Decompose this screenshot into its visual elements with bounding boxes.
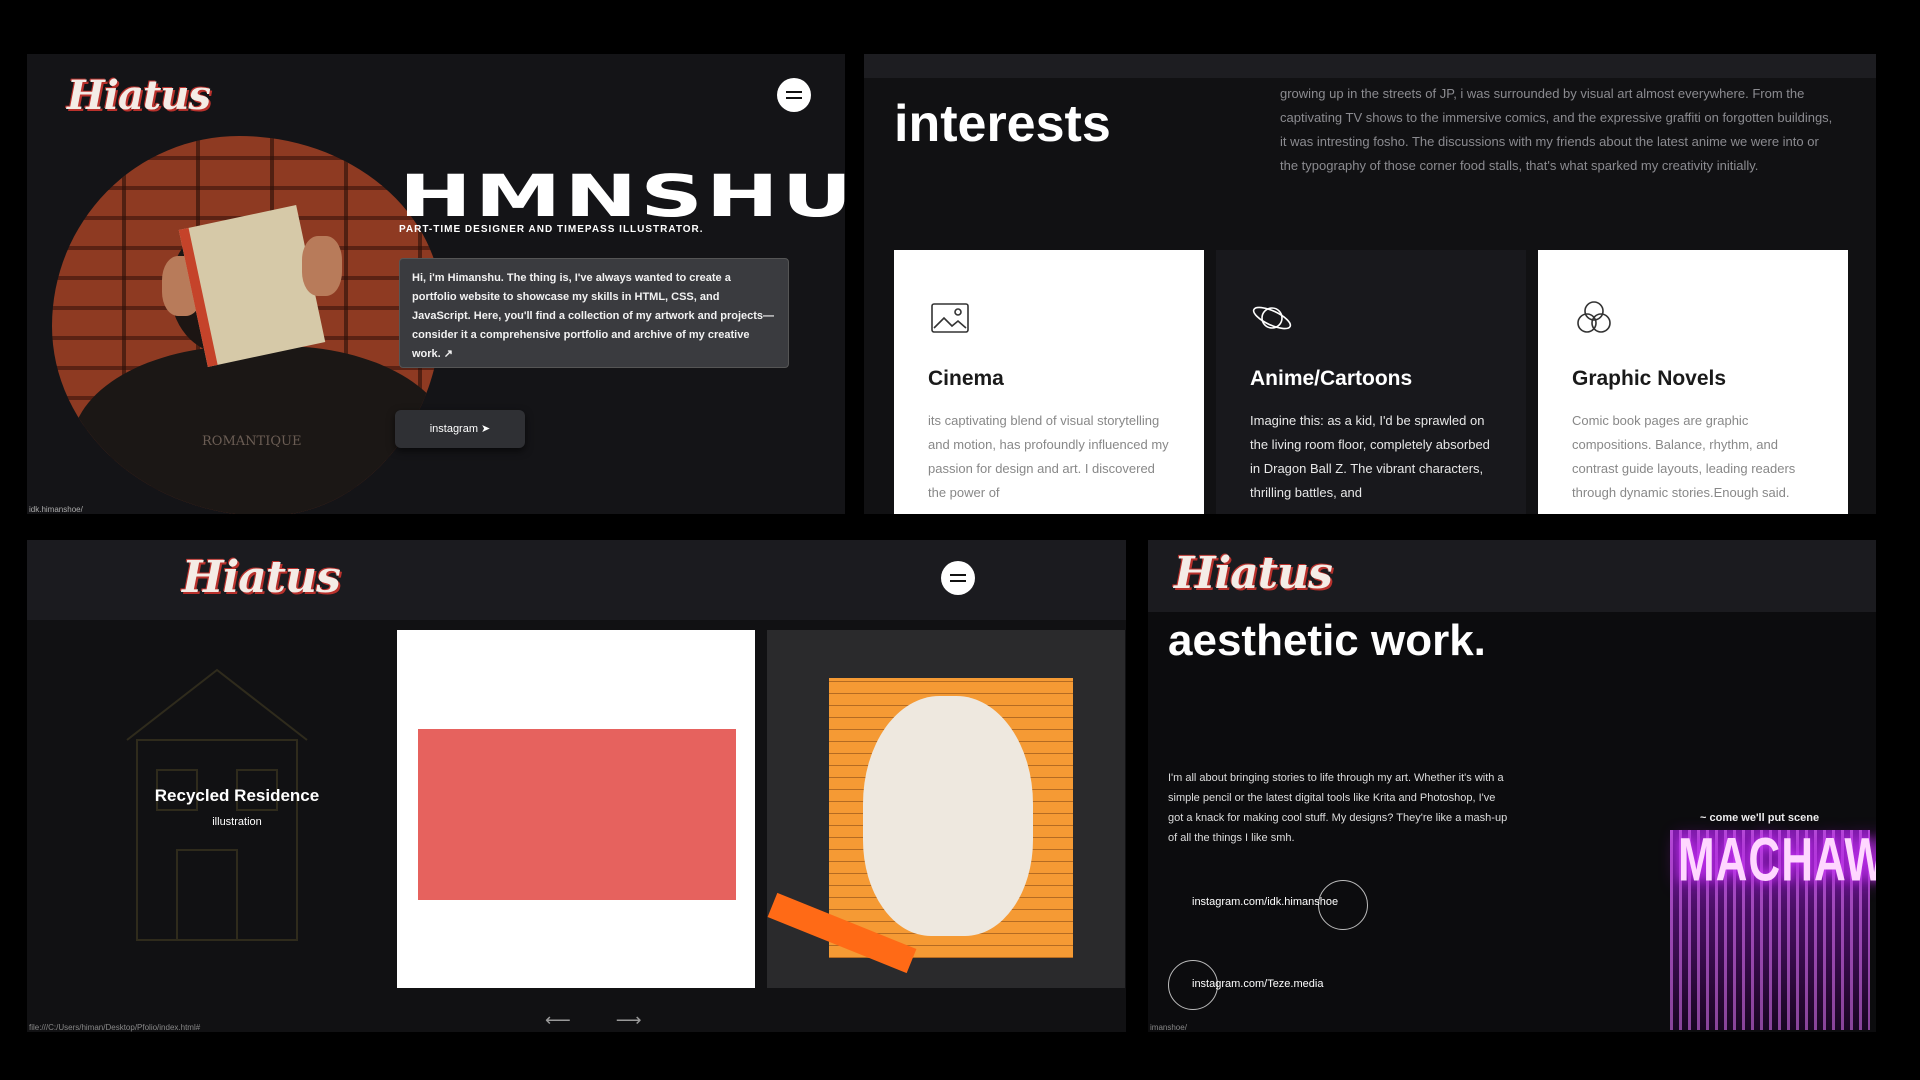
carousel-arrows[interactable]: ⟵ ⟶ — [545, 1010, 662, 1031]
hero-panel: Hiatus ROMANTIQUE HMNSHU PART-TIME DESIG… — [27, 54, 845, 514]
bio-text: Hi, i'm Himanshu. The thing is, I've alw… — [399, 258, 789, 368]
menu-icon[interactable] — [941, 561, 975, 595]
card-title: Graphic Novels — [1572, 367, 1727, 390]
card-text: Imagine this: as a kid, I'd be sprawled … — [1250, 413, 1490, 500]
artwork-category: illustration — [212, 816, 262, 828]
interests-title: interests — [894, 95, 1111, 153]
hiatus-logo[interactable]: Hiatus — [1174, 548, 1333, 599]
status-url: imanshoe/ — [1150, 1023, 1187, 1032]
instagram-link-teze[interactable]: instagram.com/Teze.media — [1192, 978, 1323, 990]
top-bar — [864, 54, 1876, 78]
hero-title: HMNSHU — [399, 162, 845, 230]
hero-photo: ROMANTIQUE — [52, 136, 442, 514]
card-title: Cinema — [928, 367, 1004, 390]
hiatus-logo[interactable]: Hiatus — [182, 552, 341, 603]
interest-card-anime: Anime/Cartoons Imagine this: as a kid, I… — [1216, 250, 1526, 514]
artwork-title[interactable]: Recycled Residence — [107, 786, 367, 806]
menu-icon[interactable] — [777, 78, 811, 112]
hero-subtitle: PART-TIME DESIGNER AND TIMEPASS ILLUSTRA… — [399, 224, 704, 235]
aesthetic-title: aesthetic work. — [1168, 616, 1486, 665]
interest-card-cinema: Cinema its captivating blend of visual s… — [894, 250, 1204, 514]
image-icon — [931, 303, 969, 333]
artwork-red-sketch[interactable] — [397, 630, 755, 988]
circles-icon — [1577, 301, 1611, 333]
instagram-link-himanshoe[interactable]: instagram.com/idk.himanshoe — [1192, 896, 1338, 908]
card-text: its captivating blend of visual storytel… — [928, 413, 1169, 500]
status-url: file:///C:/Users/himan/Desktop/Pfolio/in… — [29, 1023, 201, 1032]
planet-icon — [1252, 306, 1292, 330]
gallery-panel: Hiatus Recycled Residence illustration ⟵… — [27, 540, 1126, 1032]
hiatus-logo[interactable]: Hiatus — [67, 72, 211, 119]
card-text: Comic book pages are graphic composition… — [1572, 413, 1796, 500]
instagram-button[interactable]: instagram ➤ — [395, 410, 525, 448]
interests-paragraph: growing up in the streets of JP, i was s… — [1280, 86, 1833, 173]
aesthetic-panel: Hiatus aesthetic work. I'm all about bri… — [1148, 540, 1876, 1032]
artwork-portrait[interactable] — [767, 630, 1125, 988]
machaww-caption: ~ come we'll put scene — [1700, 812, 1820, 824]
aesthetic-paragraph: I'm all about bringing stories to life t… — [1168, 772, 1508, 844]
interest-card-graphic-novels: Graphic Novels Comic book pages are grap… — [1538, 250, 1848, 514]
status-url: idk.himanshoe/ — [29, 505, 83, 514]
card-title: Anime/Cartoons — [1250, 367, 1413, 390]
machaww-title: MACHAWW — [1678, 826, 1876, 895]
interests-panel: interests growing up in the streets of J… — [864, 54, 1876, 514]
shirt-print: ROMANTIQUE — [202, 434, 302, 449]
